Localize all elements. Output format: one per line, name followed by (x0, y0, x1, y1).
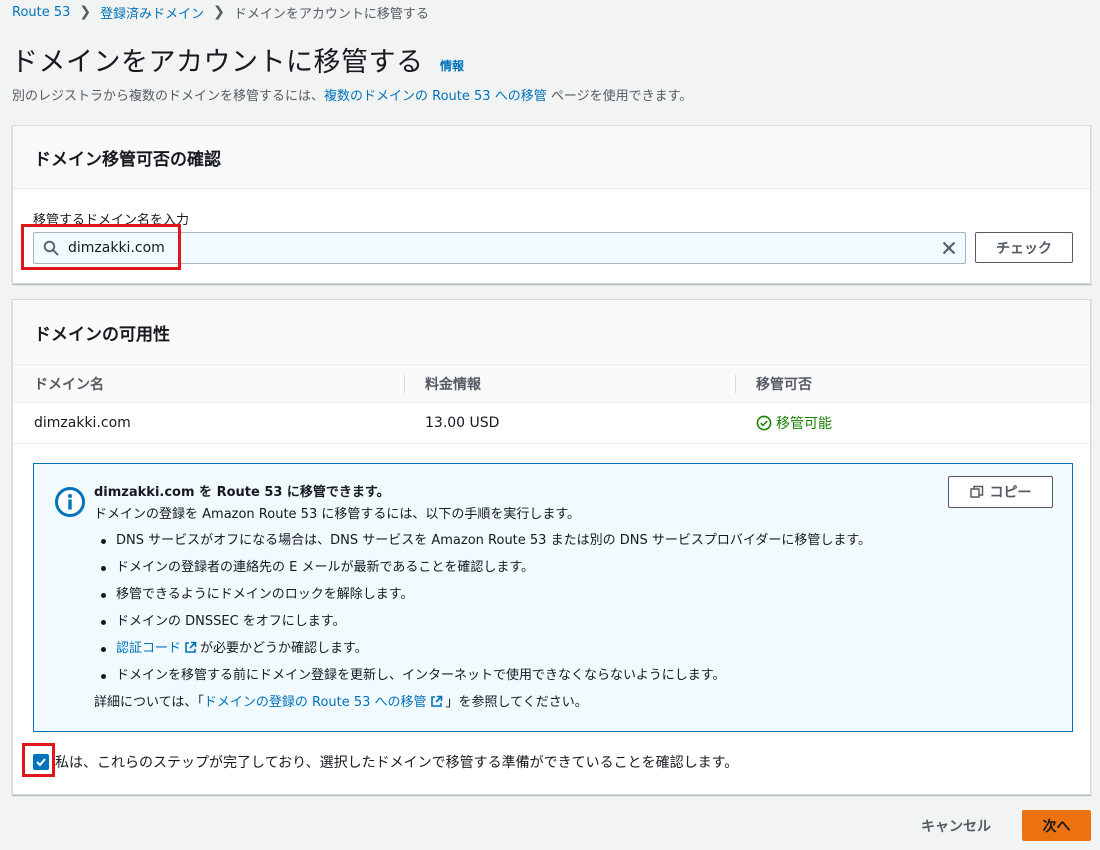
confirm-label: 私は、これらのステップが完了しており、選択したドメインで移管する準備ができている… (55, 755, 739, 771)
clear-icon[interactable] (941, 240, 957, 256)
checkmark-icon (36, 758, 46, 767)
check-button[interactable]: チェック (975, 232, 1073, 263)
domain-search-input[interactable]: dimzakki.com (33, 232, 966, 264)
list-item: 移管できるようにドメインのロックを解除します。 (94, 581, 954, 608)
auth-code-text: が必要かどうか確認します。 (200, 641, 368, 656)
next-button[interactable]: 次へ (1022, 810, 1091, 841)
breadcrumb-current: ドメインをアカウントに移管する (233, 6, 429, 22)
search-icon (43, 240, 59, 256)
column-transferability: 移管可否 (756, 376, 812, 393)
info-link[interactable]: 情報 (440, 57, 464, 74)
column-divider (404, 375, 405, 393)
external-link-icon (430, 695, 442, 707)
domain-input-label: 移管するドメイン名を入力 (33, 213, 190, 228)
alert-title: dimzakki.com を Route 53 に移管できます。 (94, 485, 390, 500)
auth-code-link[interactable]: 認証コード (116, 641, 181, 656)
list-item: ドメインを移管する前にドメイン登録を更新し、インターネットで使用できなくならない… (94, 662, 954, 689)
chevron-right-icon: ❯ (79, 4, 92, 20)
list-item: 認証コード が必要かどうか確認します。 (94, 635, 954, 662)
transfer-guide-link[interactable]: ドメインの登録の Route 53 への移管 (204, 695, 427, 710)
cell-domain: dimzakki.com (34, 415, 131, 431)
copy-label: コピー (989, 485, 1032, 501)
details-before: 詳細については、「 (94, 695, 204, 710)
confirm-checkbox[interactable] (33, 754, 49, 770)
column-domain-name: ドメイン名 (34, 376, 104, 393)
breadcrumb-route53[interactable]: Route 53 (12, 5, 70, 20)
status-badge: 移管可能 (756, 403, 832, 443)
info-icon (55, 487, 85, 517)
list-item: DNS サービスがオフになる場合は、DNS サービスを Amazon Route… (94, 527, 954, 554)
page-description-text: 別のレジストラから複数のドメインを移管するには、 (12, 89, 325, 104)
list-item: ドメインの DNSSEC をオフにします。 (94, 608, 954, 635)
panel-header: ドメインの可用性 (13, 300, 1090, 365)
confirm-row: 私は、これらのステップが完了しており、選択したドメインで移管する準備ができている… (33, 752, 738, 772)
page-description: 別のレジストラから複数のドメインを移管するには、複数のドメインの Route 5… (12, 85, 692, 104)
steps-list: DNS サービスがオフになる場合は、DNS サービスを Amazon Route… (94, 527, 954, 689)
page-description-text-after: ページを使用できます。 (546, 89, 693, 104)
chevron-right-icon: ❯ (213, 4, 225, 20)
status-text: 移管可能 (776, 416, 832, 432)
alert-body: dimzakki.com を Route 53 に移管できます。 ドメインの登録… (94, 483, 954, 716)
multi-domain-transfer-link[interactable]: 複数のドメインの Route 53 への移管 (324, 89, 547, 104)
column-divider (735, 375, 736, 393)
info-alert: dimzakki.com を Route 53 に移管できます。 ドメインの登録… (33, 463, 1073, 732)
alert-intro: ドメインの登録を Amazon Route 53 に移管するには、以下の手順を実… (94, 507, 581, 522)
copy-icon (969, 485, 983, 498)
details-text: 詳細については、「ドメインの登録の Route 53 への移管 」を参照してくださ… (94, 689, 954, 716)
external-link-icon (185, 641, 197, 653)
details-after: 」を参照してください。 (445, 695, 588, 710)
copy-button[interactable]: コピー (948, 476, 1053, 508)
cell-price: 13.00 USD (425, 415, 500, 431)
transfer-check-panel: ドメイン移管可否の確認 移管するドメイン名を入力 dimzakki.com チェ… (12, 125, 1091, 284)
availability-panel: ドメインの可用性 ドメイン名 料金情報 移管可否 dimzakki.com 13… (12, 299, 1091, 795)
breadcrumb-registered-domains[interactable]: 登録済みドメイン (100, 3, 204, 22)
cancel-button[interactable]: キャンセル (908, 811, 1004, 841)
column-price: 料金情報 (425, 376, 481, 393)
breadcrumb: Route 53 ❯ 登録済みドメイン ❯ ドメインをアカウントに移管する (12, 2, 429, 22)
panel-header: ドメイン移管可否の確認 (13, 126, 1090, 189)
check-circle-icon (756, 415, 772, 431)
list-item: ドメインの登録者の連絡先の E メールが最新であることを確認します。 (94, 554, 954, 581)
page-title: ドメインをアカウントに移管する (11, 47, 424, 78)
domain-search-value: dimzakki.com (68, 240, 165, 256)
table-row: dimzakki.com 13.00 USD 移管可能 (13, 403, 1090, 444)
table-header: ドメイン名 料金情報 移管可否 (13, 365, 1090, 403)
